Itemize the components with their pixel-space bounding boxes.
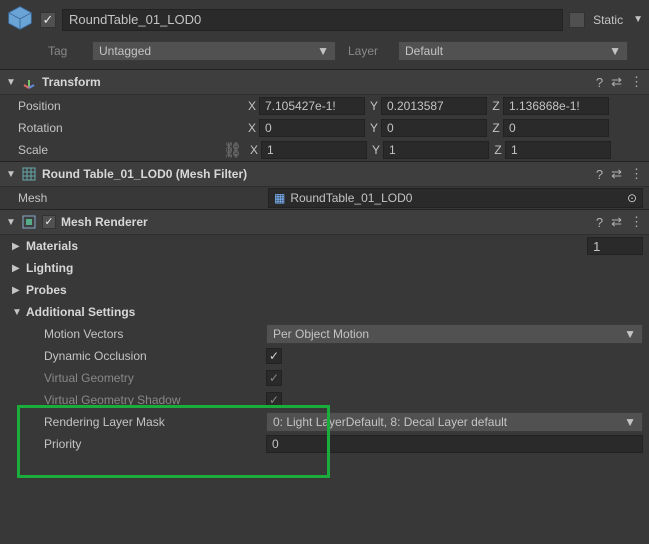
- rotation-z-input[interactable]: [503, 119, 609, 137]
- layer-label: Layer: [348, 44, 392, 58]
- additional-settings-label: Additional Settings: [26, 305, 135, 319]
- help-icon[interactable]: ?: [596, 167, 603, 182]
- z-label: Z: [489, 121, 503, 135]
- mesh-label: Mesh: [18, 191, 268, 205]
- meshfilter-foldout[interactable]: ▼: [6, 169, 16, 180]
- materials-label: Materials: [26, 239, 78, 253]
- chevron-down-icon: ▼: [609, 44, 621, 58]
- z-label: Z: [491, 143, 505, 157]
- y-label: Y: [369, 143, 383, 157]
- virtual-geometry-label: Virtual Geometry: [44, 371, 266, 385]
- priority-input[interactable]: [266, 435, 643, 453]
- lighting-label: Lighting: [26, 261, 73, 275]
- gameobject-active-checkbox[interactable]: ✓: [40, 12, 56, 28]
- meshrenderer-icon: [21, 214, 37, 230]
- meshfilter-title: Round Table_01_LOD0 (Mesh Filter): [42, 167, 591, 181]
- kebab-menu-icon[interactable]: ⋮: [630, 166, 643, 182]
- constrain-proportions-icon[interactable]: ⛓: [223, 141, 242, 159]
- motion-vectors-label: Motion Vectors: [44, 327, 266, 341]
- transform-foldout[interactable]: ▼: [6, 77, 16, 88]
- priority-label: Priority: [44, 437, 266, 451]
- tag-dropdown[interactable]: Untagged ▼: [92, 41, 336, 61]
- virtual-geometry-shadow-label: Virtual Geometry Shadow: [44, 393, 266, 407]
- rotation-x-input[interactable]: [259, 119, 365, 137]
- dynamic-occlusion-label: Dynamic Occlusion: [44, 349, 266, 363]
- kebab-menu-icon[interactable]: ⋮: [630, 214, 643, 230]
- layer-value: Default: [405, 44, 443, 58]
- mesh-icon: ▦: [274, 191, 285, 205]
- rotation-label: Rotation: [18, 121, 245, 135]
- layer-dropdown[interactable]: Default ▼: [398, 41, 628, 61]
- scale-z-input[interactable]: [505, 141, 611, 159]
- chevron-down-icon: ▼: [624, 327, 636, 341]
- rotation-y-input[interactable]: [381, 119, 487, 137]
- preset-icon[interactable]: ⇄: [611, 166, 622, 182]
- y-label: Y: [367, 121, 381, 135]
- additional-settings-foldout[interactable]: ▼: [12, 307, 22, 318]
- mesh-object-field[interactable]: ▦ RoundTable_01_LOD0 ⊙: [268, 188, 643, 208]
- rendering-layer-mask-dropdown[interactable]: 0: Light LayerDefault, 8: Decal Layer de…: [266, 412, 643, 432]
- static-checkbox[interactable]: [569, 12, 585, 28]
- tag-value: Untagged: [99, 44, 151, 58]
- scale-label: Scale: [18, 143, 223, 157]
- position-y-input[interactable]: [381, 97, 487, 115]
- motion-vectors-value: Per Object Motion: [273, 327, 369, 341]
- lighting-foldout[interactable]: ▶: [12, 263, 22, 274]
- kebab-menu-icon[interactable]: ⋮: [630, 74, 643, 90]
- tag-label: Tag: [48, 44, 86, 58]
- x-label: X: [245, 99, 259, 113]
- transform-title: Transform: [42, 75, 591, 89]
- x-label: X: [247, 143, 261, 157]
- transform-icon: [21, 74, 37, 90]
- meshrenderer-title: Mesh Renderer: [61, 215, 591, 229]
- scale-y-input[interactable]: [383, 141, 489, 159]
- meshrenderer-enable-checkbox[interactable]: ✓: [42, 215, 56, 229]
- dynamic-occlusion-checkbox[interactable]: ✓: [266, 348, 282, 364]
- gameobject-cube-icon[interactable]: [6, 4, 34, 35]
- materials-count-input[interactable]: [587, 237, 643, 255]
- z-label: Z: [489, 99, 503, 113]
- help-icon[interactable]: ?: [596, 75, 603, 90]
- virtual-geometry-shadow-checkbox[interactable]: ✓: [266, 392, 282, 408]
- chevron-down-icon: ▼: [317, 44, 329, 58]
- preset-icon[interactable]: ⇄: [611, 214, 622, 230]
- probes-foldout[interactable]: ▶: [12, 285, 22, 296]
- static-dropdown-arrow[interactable]: ▼: [633, 14, 643, 25]
- mesh-value: RoundTable_01_LOD0: [290, 191, 412, 205]
- position-z-input[interactable]: [503, 97, 609, 115]
- preset-icon[interactable]: ⇄: [611, 74, 622, 90]
- virtual-geometry-checkbox[interactable]: ✓: [266, 370, 282, 386]
- meshfilter-icon: [21, 166, 37, 182]
- object-picker-icon[interactable]: ⊙: [624, 190, 640, 206]
- gameobject-name-input[interactable]: [62, 9, 563, 31]
- help-icon[interactable]: ?: [596, 215, 603, 230]
- motion-vectors-dropdown[interactable]: Per Object Motion ▼: [266, 324, 643, 344]
- static-label: Static: [593, 13, 623, 27]
- rendering-layer-mask-label: Rendering Layer Mask: [44, 415, 266, 429]
- position-label: Position: [18, 99, 245, 113]
- chevron-down-icon: ▼: [624, 415, 636, 429]
- meshrenderer-foldout[interactable]: ▼: [6, 217, 16, 228]
- position-x-input[interactable]: [259, 97, 365, 115]
- scale-x-input[interactable]: [261, 141, 367, 159]
- y-label: Y: [367, 99, 381, 113]
- materials-foldout[interactable]: ▶: [12, 241, 22, 252]
- x-label: X: [245, 121, 259, 135]
- rendering-layer-mask-value: 0: Light LayerDefault, 8: Decal Layer de…: [273, 415, 507, 429]
- probes-label: Probes: [26, 283, 67, 297]
